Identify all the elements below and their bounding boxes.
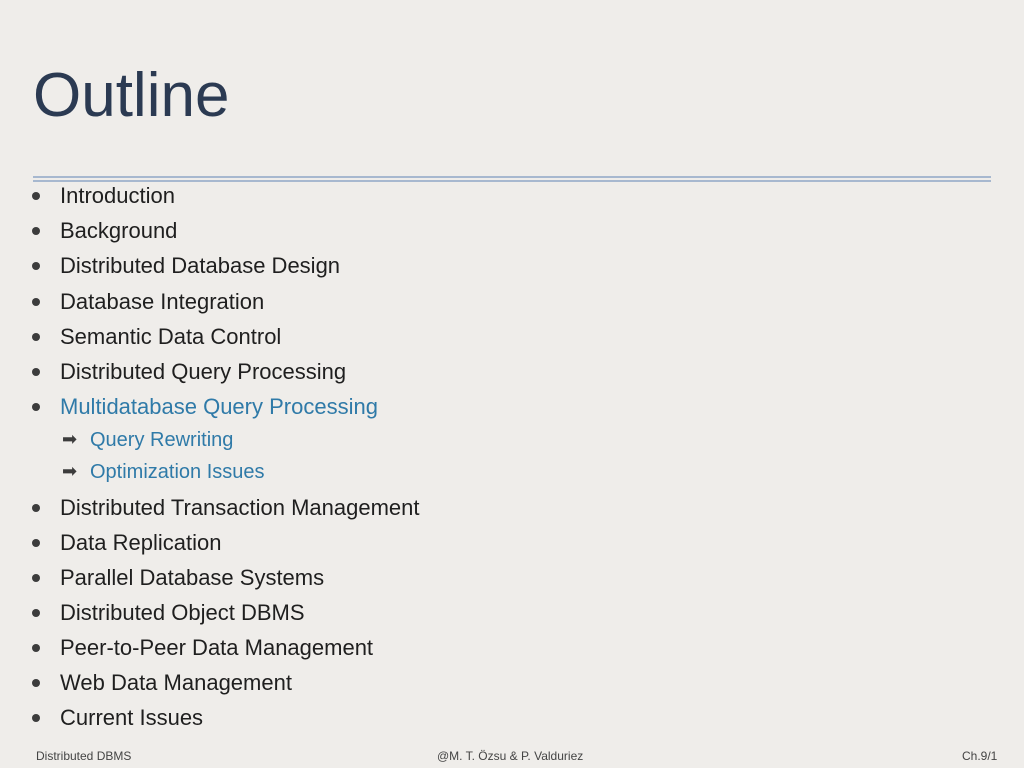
footer-page-number: Ch.9/1 — [962, 749, 998, 763]
bullet-icon — [32, 504, 40, 512]
slide-title: Outline — [33, 61, 230, 130]
footer-center: @M. T. Özsu & P. Valduriez — [437, 749, 584, 763]
outline-item-label: Distributed Query Processing — [60, 359, 347, 384]
outline-item-label: Semantic Data Control — [60, 324, 282, 349]
outline-item-label: Peer-to-Peer Data Management — [60, 635, 374, 660]
footer-left: Distributed DBMS — [36, 749, 132, 763]
outline-item-label: Distributed Transaction Management — [60, 495, 420, 520]
outline-subitem-label: Query Rewriting — [90, 429, 234, 451]
slide: Outline Introduction Background Distribu… — [0, 0, 1024, 768]
bullet-icon — [32, 644, 40, 652]
outline-subitem-label: Optimization Issues — [90, 461, 265, 483]
outline-item-label: Web Data Management — [60, 670, 292, 695]
outline-item-label: Database Integration — [60, 289, 265, 314]
bullet-icon — [32, 298, 40, 306]
outline-item-label: Current Issues — [60, 705, 204, 730]
outline-item-label: Data Replication — [60, 530, 222, 555]
outline-item-label: Distributed Object DBMS — [60, 600, 305, 625]
outline-item-label: Introduction — [60, 183, 175, 208]
bullet-icon — [32, 333, 40, 341]
arrow-right-icon: ➡ — [62, 461, 78, 481]
outline-item-label: Distributed Database Design — [60, 253, 341, 278]
bullet-icon — [32, 227, 40, 235]
bullet-icon — [32, 714, 40, 722]
title-rule-bottom — [33, 180, 991, 182]
bullet-icon — [32, 262, 40, 270]
bullet-icon — [32, 574, 40, 582]
bullet-icon — [32, 403, 40, 411]
bullet-icon — [32, 192, 40, 200]
bullet-icon — [32, 609, 40, 617]
outline-item-label: Background — [60, 218, 178, 243]
bullet-icon — [32, 368, 40, 376]
bullet-icon — [32, 539, 40, 547]
outline-item-label: Multidatabase Query Processing — [60, 394, 378, 419]
title-rule-top — [33, 176, 991, 178]
arrow-right-icon: ➡ — [62, 429, 78, 449]
bullet-icon — [32, 679, 40, 687]
outline-item-label: Parallel Database Systems — [60, 565, 325, 590]
